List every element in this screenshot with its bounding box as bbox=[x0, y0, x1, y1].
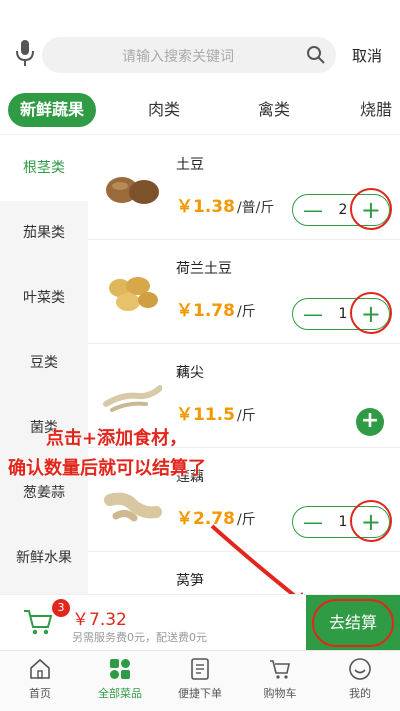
product-item: 土豆 ￥1.38/普/斤 — 2 + bbox=[88, 136, 400, 240]
cart-count-badge: 3 bbox=[52, 599, 70, 617]
product-list: 土豆 ￥1.38/普/斤 — 2 + 荷兰土豆 ￥1.78/斤 — 1 + 藕尖… bbox=[88, 136, 400, 594]
sidebar-item-root[interactable]: 根茎类 bbox=[0, 136, 88, 201]
nav-home[interactable]: 首页 bbox=[0, 657, 80, 701]
sidebar-item-nightshade[interactable]: 茄果类 bbox=[0, 201, 88, 266]
nav-label: 购物车 bbox=[263, 687, 297, 700]
nav-cart[interactable]: 购物车 bbox=[240, 657, 320, 701]
tab-meat[interactable]: 肉类 bbox=[148, 93, 180, 127]
cart-summary-bar: 3 ￥7.32 另需服务费0元，配送费0元 去结算 bbox=[0, 594, 400, 651]
minus-button[interactable]: — bbox=[303, 199, 323, 221]
nav-all-dishes[interactable]: 全部菜品 bbox=[80, 657, 160, 701]
cart-icon bbox=[270, 660, 290, 679]
sidebar-item-fruit[interactable]: 新鲜水果 bbox=[0, 526, 88, 591]
search-icon[interactable] bbox=[306, 45, 326, 65]
cart-total: ￥7.32 bbox=[72, 610, 127, 630]
sidebar-item-beans[interactable]: 豆类 bbox=[0, 331, 88, 396]
product-price: ￥1.78/斤 bbox=[176, 301, 256, 321]
tab-poultry[interactable]: 禽类 bbox=[258, 93, 290, 127]
lettuce-stem-image bbox=[102, 574, 162, 594]
sidebar-item-leafy[interactable]: 叶菜类 bbox=[0, 266, 88, 331]
subcategory-sidebar: 根茎类 茄果类 叶菜类 豆类 菌类 葱姜蒜 新鲜水果 bbox=[0, 136, 88, 594]
nav-profile[interactable]: 我的 bbox=[320, 657, 400, 701]
highlight-circle bbox=[350, 500, 392, 542]
product-name: 土豆 bbox=[176, 157, 204, 173]
lotus-shoot-image bbox=[103, 385, 162, 412]
microphone-icon[interactable] bbox=[14, 38, 36, 68]
fee-note: 另需服务费0元，配送费0元 bbox=[72, 631, 207, 644]
product-name: 莴笋 bbox=[176, 573, 204, 589]
search-placeholder: 请输入搜索关键词 bbox=[122, 49, 234, 65]
minus-button[interactable]: — bbox=[303, 303, 323, 325]
product-name: 荷兰土豆 bbox=[176, 261, 232, 277]
product-name: 藕尖 bbox=[176, 365, 204, 381]
product-price: ￥11.5/斤 bbox=[176, 405, 256, 425]
nav-label: 首页 bbox=[29, 687, 51, 700]
highlight-circle bbox=[350, 292, 392, 334]
smile-icon bbox=[349, 658, 371, 680]
search-input[interactable]: 请输入搜索关键词 bbox=[42, 37, 336, 73]
nav-quick-order[interactable]: 便捷下单 bbox=[160, 657, 240, 701]
highlight-circle bbox=[350, 188, 392, 230]
nav-label: 我的 bbox=[349, 687, 371, 700]
cancel-button[interactable]: 取消 bbox=[352, 45, 382, 66]
highlight-circle bbox=[312, 599, 394, 647]
add-button[interactable]: + bbox=[356, 408, 384, 436]
product-price: ￥2.78/斤 bbox=[176, 509, 256, 529]
category-tabs: 新鲜蔬果 肉类 禽类 烧腊 bbox=[0, 83, 400, 135]
tab-fresh-produce[interactable]: 新鲜蔬果 bbox=[8, 93, 97, 127]
home-icon bbox=[30, 658, 50, 679]
annotation-line-1: 点击+添加食材， bbox=[46, 428, 188, 449]
product-item: 荷兰土豆 ￥1.78/斤 — 1 + bbox=[88, 240, 400, 344]
bottom-nav: 首页 全部菜品 便捷下单 购物车 我的 bbox=[0, 650, 400, 711]
product-item: 莴笋 bbox=[88, 552, 400, 594]
search-header: 请输入搜索关键词 取消 bbox=[0, 0, 400, 80]
tab-roast[interactable]: 烧腊 bbox=[360, 93, 392, 127]
product-price: ￥1.38/普/斤 bbox=[176, 197, 275, 217]
annotation-line-2: 确认数量后就可以结算了 bbox=[8, 458, 206, 479]
potato-image bbox=[106, 177, 159, 204]
nav-label: 全部菜品 bbox=[98, 687, 142, 700]
grid-icon bbox=[110, 659, 130, 679]
order-icon bbox=[191, 658, 209, 680]
dutch-potato-image bbox=[109, 277, 158, 311]
minus-button[interactable]: — bbox=[303, 511, 323, 533]
nav-label: 便捷下单 bbox=[178, 687, 222, 700]
cart-icon[interactable] bbox=[22, 607, 54, 637]
